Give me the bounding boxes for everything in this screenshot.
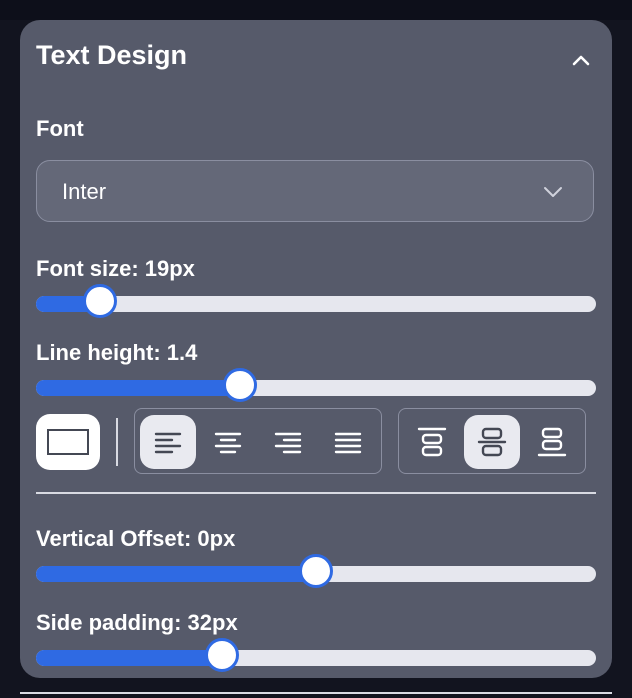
rectangle-outline-icon	[47, 429, 89, 455]
line-height-label: Line height: 1.4	[36, 340, 198, 365]
align-middle-button[interactable]	[464, 415, 520, 469]
horizontal-align-group	[134, 408, 382, 474]
align-top-button[interactable]	[404, 415, 460, 469]
section-divider	[36, 492, 596, 494]
font-select[interactable]: Inter	[36, 160, 594, 222]
side-padding-slider[interactable]	[36, 638, 596, 672]
panel-title: Text Design	[36, 40, 188, 70]
align-middle-icon	[477, 427, 507, 457]
text-design-panel: Text Design Font Inter Font size: 19px L…	[20, 20, 612, 678]
side-padding-label: Side padding: 32px	[36, 610, 238, 635]
vertical-offset-label: Vertical Offset: 0px	[36, 526, 236, 551]
text-box-toggle-button[interactable]	[36, 414, 100, 470]
align-center-button[interactable]	[200, 415, 256, 469]
font-size-label: Font size: 19px	[36, 256, 195, 281]
vertical-align-group	[398, 408, 586, 474]
align-justify-button[interactable]	[320, 415, 376, 469]
line-height-slider-thumb[interactable]	[222, 368, 257, 402]
chevron-down-icon	[544, 187, 562, 197]
bottom-divider	[20, 692, 612, 694]
line-height-slider-fill	[36, 380, 240, 396]
font-size-slider-thumb[interactable]	[82, 284, 117, 318]
font-select-value: Inter	[62, 179, 107, 204]
align-left-button[interactable]	[140, 415, 196, 469]
align-top-icon	[417, 427, 447, 457]
top-strip	[0, 0, 632, 20]
toolbar-divider	[116, 418, 118, 466]
line-height-slider[interactable]	[36, 368, 596, 402]
align-bottom-button[interactable]	[524, 415, 580, 469]
side-padding-slider-fill	[36, 650, 222, 666]
align-bottom-icon	[537, 427, 567, 457]
side-padding-slider-thumb[interactable]	[204, 638, 239, 672]
font-size-slider[interactable]	[36, 284, 596, 318]
align-center-icon	[214, 432, 242, 454]
vertical-offset-slider[interactable]	[36, 554, 596, 588]
collapse-button[interactable]	[565, 44, 597, 76]
vertical-offset-slider-thumb[interactable]	[299, 554, 333, 588]
chevron-up-icon	[572, 55, 590, 66]
vertical-offset-slider-fill	[36, 566, 316, 582]
align-right-icon	[274, 432, 302, 454]
font-label: Font	[36, 116, 84, 141]
align-right-button[interactable]	[260, 415, 316, 469]
align-left-icon	[154, 432, 182, 454]
align-justify-icon	[334, 432, 362, 454]
